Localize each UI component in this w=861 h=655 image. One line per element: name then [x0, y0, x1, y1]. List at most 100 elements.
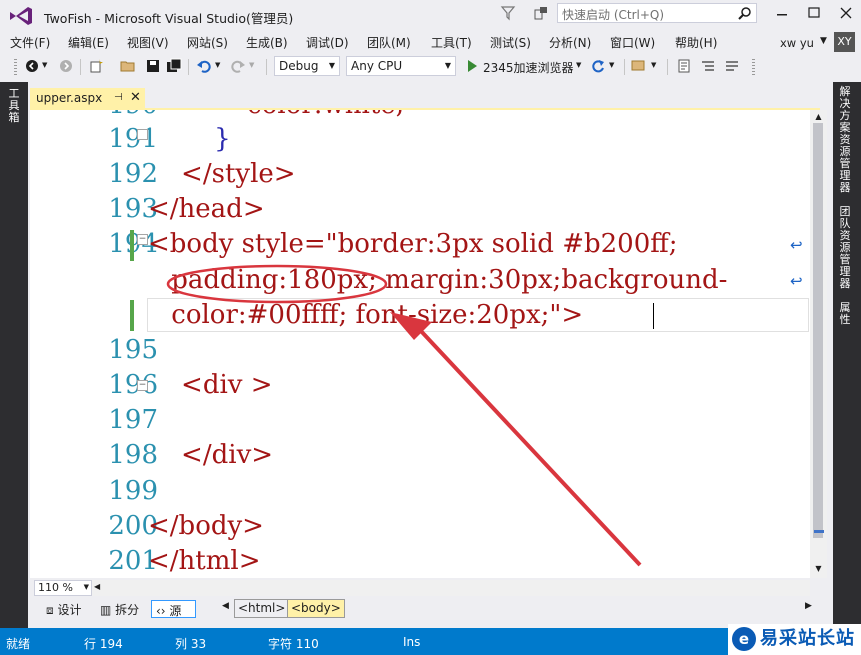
line-number: 198: [108, 440, 158, 470]
refresh-dropdown-icon[interactable]: ▼: [609, 61, 614, 69]
change-marker: [130, 300, 134, 331]
search-icon[interactable]: [738, 6, 752, 20]
save-all-icon[interactable]: [166, 58, 182, 74]
path-forward-icon[interactable]: ▶: [805, 601, 812, 611]
line-number: 195: [108, 335, 158, 365]
back-dropdown-icon[interactable]: ▼: [42, 61, 47, 69]
horizontal-scrollbar[interactable]: [92, 580, 810, 596]
document-outline-icon[interactable]: [676, 58, 692, 74]
zoom-value: 110 %: [38, 581, 73, 594]
line-number: 192: [108, 159, 158, 189]
chevron-down-icon: ▼: [444, 61, 451, 70]
code-line: </body>: [148, 511, 264, 541]
solution-config-select[interactable]: Debug ▼: [274, 56, 340, 76]
watermark: e 易采站长站: [728, 624, 861, 655]
collapse-toggle-icon[interactable]: −: [137, 380, 148, 391]
pin-icon[interactable]: ⊣: [114, 92, 123, 103]
collapse-toggle-icon[interactable]: −: [137, 234, 148, 245]
quick-launch-input[interactable]: 快速启动 (Ctrl+Q): [557, 3, 757, 23]
path-body[interactable]: <body>: [287, 599, 345, 618]
menu-analyze[interactable]: 分析(N): [549, 34, 591, 51]
menu-edit[interactable]: 编辑(E): [68, 34, 109, 51]
scroll-left-icon[interactable]: ◀: [94, 582, 100, 591]
refresh-icon[interactable]: [590, 58, 606, 74]
source-view-button[interactable]: ‹› 源: [151, 600, 196, 618]
comment-icon[interactable]: [724, 58, 740, 74]
toolbar-grip[interactable]: [14, 59, 17, 75]
scrollbar-thumb[interactable]: [813, 123, 823, 538]
undo-icon[interactable]: [196, 58, 212, 74]
solution-explorer-tab[interactable]: 解决方案资源管理器: [837, 86, 853, 194]
code-line: </style>: [148, 159, 296, 189]
chevron-down-icon[interactable]: ▼: [820, 36, 827, 46]
design-icon: ⧈: [46, 603, 58, 617]
zoom-select[interactable]: 110 % ▼: [34, 580, 92, 596]
status-line: 行 194: [84, 637, 123, 651]
chevron-down-icon: ▼: [328, 61, 335, 70]
status-character: 字符 110: [268, 637, 319, 651]
browser-link-icon[interactable]: [630, 58, 646, 74]
design-view-button[interactable]: ⧈ 设计: [42, 600, 85, 618]
tab-upper-aspx[interactable]: upper.aspx ⊣ ✕: [30, 88, 145, 110]
code-line-wrapped: padding:180px; margin:30px;background-: [163, 265, 728, 295]
code-editor[interactable]: 190 191 192 193 194 195 196 197 198 199 …: [30, 110, 810, 578]
scroll-up-icon[interactable]: ▲: [810, 112, 827, 121]
filter-icon[interactable]: [500, 5, 516, 21]
new-project-icon[interactable]: [88, 58, 104, 74]
menu-test[interactable]: 测试(S): [490, 34, 531, 51]
menu-build[interactable]: 生成(B): [246, 34, 288, 51]
menu-tools[interactable]: 工具(T): [431, 34, 472, 51]
undo-dropdown-icon[interactable]: ▼: [215, 61, 220, 69]
code-line: </head>: [148, 194, 265, 224]
run-icon[interactable]: [464, 58, 480, 74]
redo-icon[interactable]: [230, 58, 246, 74]
toolbar-separator: [667, 59, 668, 75]
source-icon: ‹›: [156, 604, 170, 618]
solution-config-value: Debug: [279, 59, 319, 73]
notification-icon[interactable]: [533, 5, 549, 21]
team-explorer-tab[interactable]: 团队资源管理器: [837, 206, 853, 290]
menu-help[interactable]: 帮助(H): [675, 34, 717, 51]
format-list-icon[interactable]: [700, 58, 716, 74]
change-marker: [130, 230, 134, 261]
menu-window[interactable]: 窗口(W): [610, 34, 655, 51]
properties-tab[interactable]: 属性: [837, 302, 853, 326]
platform-select[interactable]: Any CPU ▼: [346, 56, 456, 76]
collapse-guide: [137, 129, 148, 140]
path-html[interactable]: <html>: [234, 599, 290, 618]
platform-value: Any CPU: [351, 59, 403, 73]
redo-dropdown-icon[interactable]: ▼: [249, 61, 254, 69]
split-icon: ▥: [100, 603, 116, 617]
menu-view[interactable]: 视图(V): [127, 34, 169, 51]
word-wrap-icon: ↩: [790, 236, 803, 254]
scroll-down-icon[interactable]: ▼: [810, 564, 827, 573]
menu-team[interactable]: 团队(M): [367, 34, 411, 51]
maximize-button[interactable]: [797, 0, 831, 28]
menu-website[interactable]: 网站(S): [187, 34, 228, 51]
split-view-button[interactable]: ▥ 拆分: [96, 600, 143, 618]
open-folder-icon[interactable]: [120, 58, 136, 74]
path-back-icon[interactable]: ◀: [222, 601, 229, 611]
minimize-button[interactable]: [765, 0, 799, 28]
close-icon[interactable]: ✕: [130, 90, 141, 105]
watermark-logo-icon: e: [732, 627, 756, 651]
forward-icon[interactable]: [58, 58, 74, 74]
close-button[interactable]: [829, 0, 861, 28]
menu-file[interactable]: 文件(F): [10, 34, 50, 51]
text-caret: [653, 303, 654, 329]
user-name[interactable]: xw yu: [780, 36, 814, 50]
current-line-highlight: [147, 298, 809, 332]
toolbox-tab[interactable]: 工具箱: [6, 88, 22, 124]
save-icon[interactable]: [145, 58, 161, 74]
toolbar-grip[interactable]: [752, 59, 755, 75]
status-insert-mode: Ins: [403, 635, 421, 649]
chevron-down-icon: ▼: [83, 583, 89, 591]
browser-link-dropdown-icon[interactable]: ▼: [651, 61, 656, 69]
quick-launch-placeholder: 快速启动 (Ctrl+Q): [562, 8, 665, 22]
avatar[interactable]: XY: [834, 32, 855, 52]
run-browser-label[interactable]: 2345加速浏览器: [483, 59, 574, 76]
run-dropdown-icon[interactable]: ▼: [576, 61, 581, 69]
back-icon[interactable]: [24, 58, 40, 74]
line-number: 200: [108, 511, 158, 541]
menu-debug[interactable]: 调试(D): [306, 34, 349, 51]
